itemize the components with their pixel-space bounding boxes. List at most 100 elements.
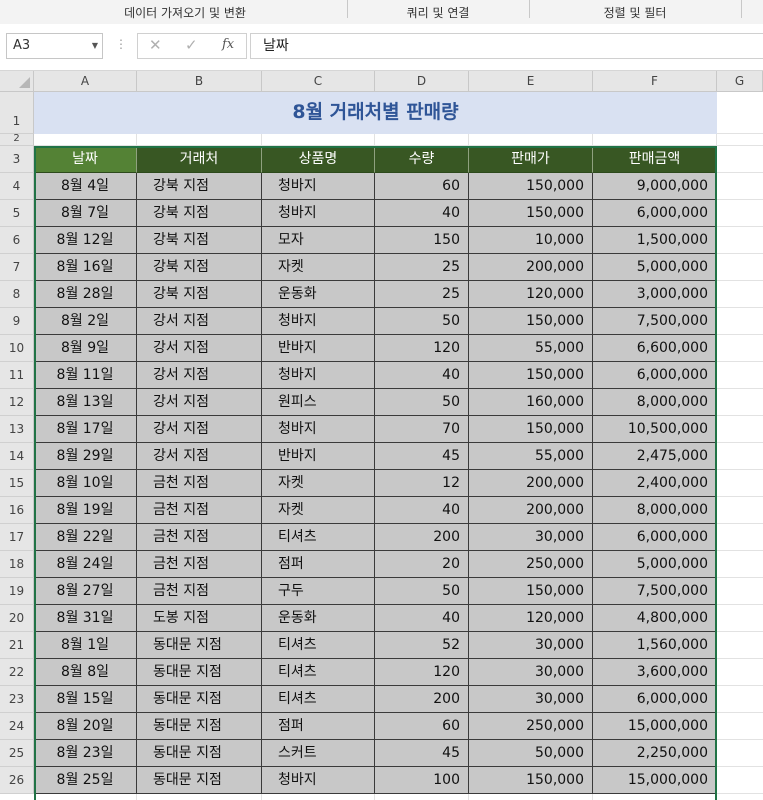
table-cell[interactable]: 5,000,000 xyxy=(593,551,717,578)
table-cell[interactable]: 8,000,000 xyxy=(593,389,717,416)
table-cell[interactable]: 30,000 xyxy=(469,686,593,713)
row-header-17[interactable]: 17 xyxy=(0,524,34,551)
table-cell[interactable]: 7,500,000 xyxy=(593,578,717,605)
table-header-cell[interactable]: 상품명 xyxy=(262,146,375,173)
table-cell[interactable]: 55,000 xyxy=(469,443,593,470)
table-cell[interactable]: 티셔츠 xyxy=(262,686,375,713)
table-cell[interactable]: 45 xyxy=(375,740,469,767)
table-cell[interactable]: 50 xyxy=(375,308,469,335)
table-cell[interactable]: 운동화 xyxy=(262,605,375,632)
table-cell[interactable]: 8월 31일 xyxy=(34,605,137,632)
table-cell[interactable]: 반바지 xyxy=(262,335,375,362)
table-cell[interactable]: 52 xyxy=(375,632,469,659)
table-cell[interactable]: 150,000 xyxy=(469,200,593,227)
row-header-5[interactable]: 5 xyxy=(0,200,34,227)
table-cell[interactable]: 30,000 xyxy=(469,524,593,551)
table-cell[interactable]: 1,500,000 xyxy=(593,227,717,254)
table-cell[interactable]: 200,000 xyxy=(469,497,593,524)
table-cell[interactable]: 8월 15일 xyxy=(34,686,137,713)
table-cell[interactable]: 40 xyxy=(375,200,469,227)
table-cell[interactable]: 55,000 xyxy=(469,335,593,362)
table-cell[interactable]: 강북 지점 xyxy=(137,281,262,308)
table-cell[interactable]: 150,000 xyxy=(469,767,593,794)
table-cell[interactable]: 8월 7일 xyxy=(34,200,137,227)
column-header-c[interactable]: C xyxy=(262,71,375,92)
table-cell[interactable]: 8월 17일 xyxy=(34,416,137,443)
table-cell[interactable]: 동대문 지점 xyxy=(137,686,262,713)
formula-input[interactable]: 날짜 xyxy=(250,33,763,59)
table-cell[interactable]: 5,000,000 xyxy=(593,254,717,281)
table-cell[interactable]: 60 xyxy=(375,713,469,740)
table-cell[interactable]: 강서 지점 xyxy=(137,362,262,389)
table-cell[interactable]: 동대문 지점 xyxy=(137,713,262,740)
row-header-19[interactable]: 19 xyxy=(0,578,34,605)
table-cell[interactable]: 청바지 xyxy=(262,416,375,443)
table-cell[interactable]: 6,000,000 xyxy=(593,524,717,551)
table-cell[interactable]: 150 xyxy=(375,227,469,254)
row-header-6[interactable]: 6 xyxy=(0,227,34,254)
table-cell[interactable]: 2,250,000 xyxy=(593,740,717,767)
ribbon-group-get-transform[interactable]: 데이터 가져오기 및 변환 xyxy=(60,0,310,24)
column-header-g[interactable]: G xyxy=(717,71,763,92)
table-cell[interactable]: 8월 27일 xyxy=(34,578,137,605)
table-cell[interactable]: 8월 8일 xyxy=(34,659,137,686)
table-cell[interactable]: 6,000,000 xyxy=(593,686,717,713)
table-cell[interactable]: 40 xyxy=(375,497,469,524)
table-cell[interactable]: 150,000 xyxy=(469,308,593,335)
column-header-b[interactable]: B xyxy=(137,71,262,92)
table-cell[interactable]: 9,000,000 xyxy=(593,173,717,200)
table-cell[interactable]: 8,000,000 xyxy=(593,497,717,524)
table-cell[interactable]: 금천 지점 xyxy=(137,551,262,578)
table-cell[interactable]: 청바지 xyxy=(262,173,375,200)
table-cell[interactable]: 12 xyxy=(375,470,469,497)
row-header-10[interactable]: 10 xyxy=(0,335,34,362)
table-cell[interactable]: 8월 22일 xyxy=(34,524,137,551)
table-cell[interactable]: 6,600,000 xyxy=(593,335,717,362)
table-cell[interactable]: 금천 지점 xyxy=(137,578,262,605)
table-cell[interactable]: 8월 20일 xyxy=(34,713,137,740)
enter-icon[interactable]: ✓ xyxy=(185,36,198,54)
table-header-cell[interactable]: 거래처 xyxy=(137,146,262,173)
row-header-13[interactable]: 13 xyxy=(0,416,34,443)
row-header-1[interactable]: 1 xyxy=(0,92,34,134)
table-cell[interactable]: 3,600,000 xyxy=(593,659,717,686)
table-cell[interactable]: 120,000 xyxy=(469,605,593,632)
table-cell[interactable]: 200 xyxy=(375,524,469,551)
table-cell[interactable]: 금천 지점 xyxy=(137,470,262,497)
table-cell[interactable]: 강북 지점 xyxy=(137,254,262,281)
row-header-24[interactable]: 24 xyxy=(0,713,34,740)
table-cell[interactable]: 150,000 xyxy=(469,578,593,605)
table-cell[interactable]: 7,500,000 xyxy=(593,308,717,335)
table-cell[interactable]: 스커트 xyxy=(262,740,375,767)
table-cell[interactable]: 1,560,000 xyxy=(593,632,717,659)
column-header-d[interactable]: D xyxy=(375,71,469,92)
table-cell[interactable]: 8월 4일 xyxy=(34,173,137,200)
table-cell[interactable]: 50,000 xyxy=(469,740,593,767)
table-cell[interactable]: 8월 12일 xyxy=(34,227,137,254)
table-cell[interactable]: 강서 지점 xyxy=(137,416,262,443)
table-cell[interactable]: 250,000 xyxy=(469,713,593,740)
column-header-e[interactable]: E xyxy=(469,71,593,92)
column-header-f[interactable]: F xyxy=(593,71,717,92)
row-header-3[interactable]: 3 xyxy=(0,146,34,173)
table-cell[interactable]: 30,000 xyxy=(469,659,593,686)
row-header-15[interactable]: 15 xyxy=(0,470,34,497)
chevron-down-icon[interactable]: ▼ xyxy=(92,34,98,58)
row-header-12[interactable]: 12 xyxy=(0,389,34,416)
table-cell[interactable]: 도봉 지점 xyxy=(137,605,262,632)
table-cell[interactable]: 8월 23일 xyxy=(34,740,137,767)
ribbon-group-sort-filter[interactable]: 정렬 및 필터 xyxy=(530,0,740,24)
table-cell[interactable]: 25 xyxy=(375,254,469,281)
table-cell[interactable]: 티셔츠 xyxy=(262,524,375,551)
table-cell[interactable]: 40 xyxy=(375,362,469,389)
worksheet-grid[interactable]: 8월 거래처별 판매량 날짜 거래처 상품명 수량 판매가 판매금액 8월 4일 강북 지점 청… xyxy=(34,92,763,800)
sheet-title[interactable]: 8월 거래처별 판매량 xyxy=(34,92,717,134)
table-cell[interactable]: 3,000,000 xyxy=(593,281,717,308)
row-header-8[interactable]: 8 xyxy=(0,281,34,308)
table-header-cell[interactable]: 수량 xyxy=(375,146,469,173)
table-cell[interactable]: 반바지 xyxy=(262,443,375,470)
row-header-23[interactable]: 23 xyxy=(0,686,34,713)
table-cell[interactable]: 8월 11일 xyxy=(34,362,137,389)
table-cell[interactable]: 청바지 xyxy=(262,767,375,794)
row-header-20[interactable]: 20 xyxy=(0,605,34,632)
